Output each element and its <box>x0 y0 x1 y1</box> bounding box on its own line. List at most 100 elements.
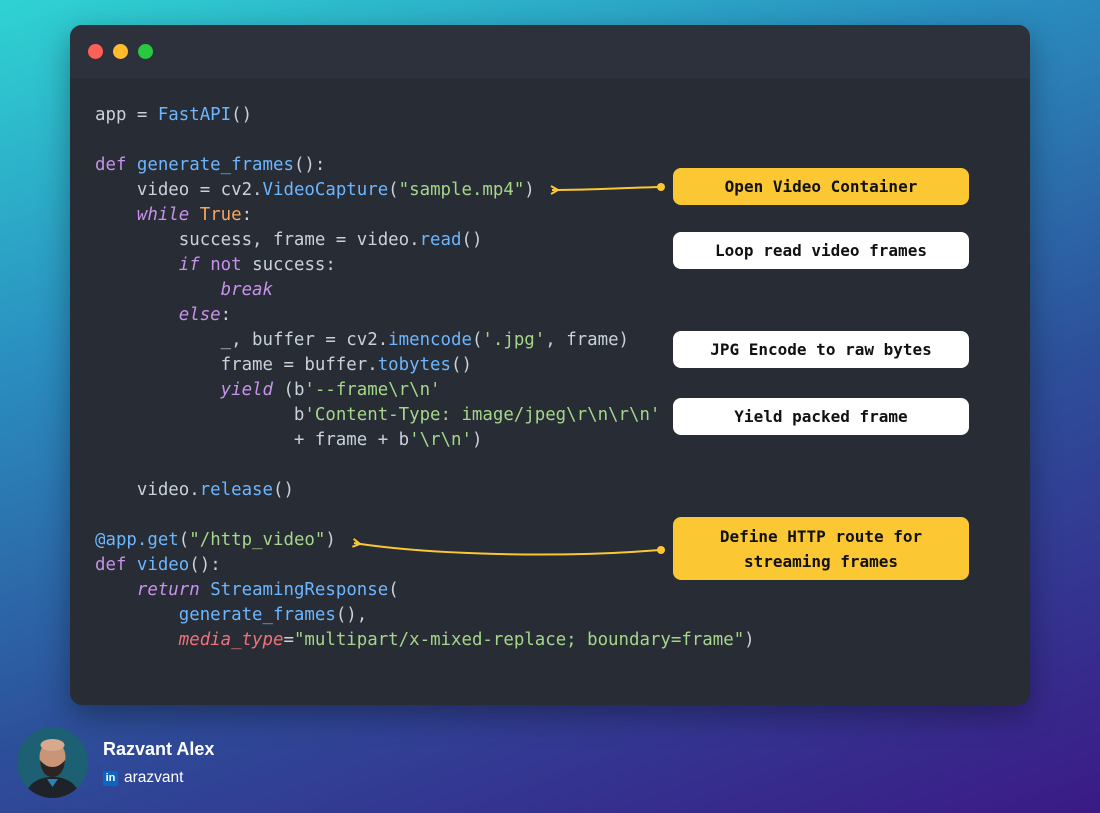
maximize-window-button[interactable] <box>138 44 153 59</box>
code-token: tobytes <box>377 355 451 375</box>
callout-open-video-text: Open Video Container <box>724 177 918 196</box>
code-token: = <box>283 630 294 650</box>
code-token: () <box>461 230 483 250</box>
code-token: () <box>273 480 294 500</box>
code-line: if not success: <box>95 253 755 278</box>
code-token: ) <box>744 630 755 650</box>
code-token: (): <box>189 555 221 575</box>
code-line: b'Content-Type: image/jpeg\r\n\r\n' <box>95 403 755 428</box>
code-line: video = cv2.VideoCapture("sample.mp4") <box>95 178 755 203</box>
linkedin-icon: in <box>103 770 118 786</box>
code-token: return <box>136 580 200 600</box>
code-token: read <box>419 230 462 250</box>
code-token: ( <box>178 530 190 550</box>
code-token: '.jpg' <box>482 330 546 350</box>
callout-loop-read-text: Loop read video frames <box>715 241 927 260</box>
code-token: if <box>178 255 200 275</box>
author-handle-text: arazvant <box>124 769 184 786</box>
code-line: generate_frames(), <box>95 603 755 628</box>
code-token: ( <box>388 580 399 600</box>
code-token: '\r\n' <box>409 430 472 450</box>
code-line: def video(): <box>95 553 755 578</box>
code-token: StreamingResponse <box>210 580 389 600</box>
callout-loop-read: Loop read video frames <box>673 232 969 269</box>
code-token: yield <box>220 380 273 400</box>
code-token: not <box>210 255 242 275</box>
code-line: + frame + b'\r\n') <box>95 428 755 453</box>
code-token: (b <box>273 380 305 400</box>
callout-jpg-encode-text: JPG Encode to raw bytes <box>710 340 932 359</box>
code-token: + frame + b <box>95 430 410 450</box>
callout-jpg-encode: JPG Encode to raw bytes <box>673 331 969 368</box>
code-token: app = <box>95 105 158 125</box>
code-token: ) <box>325 530 336 550</box>
code-token: @app.get <box>95 530 179 550</box>
code-token: () <box>231 105 253 125</box>
code-token: def <box>95 155 137 175</box>
code-line: _, buffer = cv2.imencode('.jpg', frame) <box>95 328 755 353</box>
code-line: def generate_frames(): <box>95 153 755 178</box>
code-line: while True: <box>95 203 755 228</box>
code-token: release <box>199 480 273 500</box>
code-token: , frame) <box>545 330 630 350</box>
code-token: (), <box>335 605 368 625</box>
avatar[interactable] <box>17 727 88 798</box>
code-line: success, frame = video.read() <box>95 228 755 253</box>
code-token: imencode <box>388 330 472 350</box>
code-token: ) <box>524 180 535 200</box>
code-line: media_type="multipart/x-mixed-replace; b… <box>95 628 755 653</box>
code-token: video = cv2. <box>95 180 263 200</box>
callout-define-route: Define HTTP route for streaming frames <box>673 517 969 580</box>
code-token: "multipart/x-mixed-replace; boundary=fra… <box>293 630 745 650</box>
code-line: frame = buffer.tobytes() <box>95 353 755 378</box>
window-titlebar <box>70 25 1030 78</box>
code-line: else: <box>95 303 755 328</box>
code-token: () <box>451 355 472 375</box>
code-token: success: <box>241 255 336 275</box>
code-token: video. <box>95 480 200 500</box>
code-token: True <box>199 205 242 225</box>
code-line: yield (b'--frame\r\n' <box>95 378 755 403</box>
callout-open-video: Open Video Container <box>673 168 969 205</box>
code-line: video.release() <box>95 478 755 503</box>
code-line: @app.get("/http_video") <box>95 528 755 553</box>
code-line: return StreamingResponse( <box>95 578 755 603</box>
code-token: def <box>95 555 137 575</box>
code-token: else <box>178 305 221 325</box>
code-token: : <box>220 305 232 325</box>
author-linkedin[interactable]: in arazvant <box>103 769 183 787</box>
author-card: Razvant Alex in arazvant <box>17 727 317 802</box>
callout-yield-frame-text: Yield packed frame <box>734 407 908 426</box>
code-token: video <box>136 555 190 575</box>
code-token: success, frame = video. <box>95 230 420 250</box>
code-token: while <box>136 205 190 225</box>
code-token: ( <box>471 330 483 350</box>
code-token: generate_frames <box>178 605 336 625</box>
code-token: '--frame\r\n' <box>304 380 441 400</box>
code-token: ( <box>388 180 399 200</box>
minimize-window-button[interactable] <box>113 44 128 59</box>
code-token: "sample.mp4" <box>398 180 525 200</box>
code-token: (): <box>293 155 326 175</box>
close-window-button[interactable] <box>88 44 103 59</box>
code-token: generate_frames <box>136 155 294 175</box>
callout-yield-frame: Yield packed frame <box>673 398 969 435</box>
code-token: media_type <box>178 630 284 650</box>
code-line: break <box>95 278 755 303</box>
code-token: break <box>220 280 273 300</box>
author-name: Razvant Alex <box>103 739 215 759</box>
code-token: ) <box>471 430 483 450</box>
avatar-portrait-icon <box>17 727 88 798</box>
